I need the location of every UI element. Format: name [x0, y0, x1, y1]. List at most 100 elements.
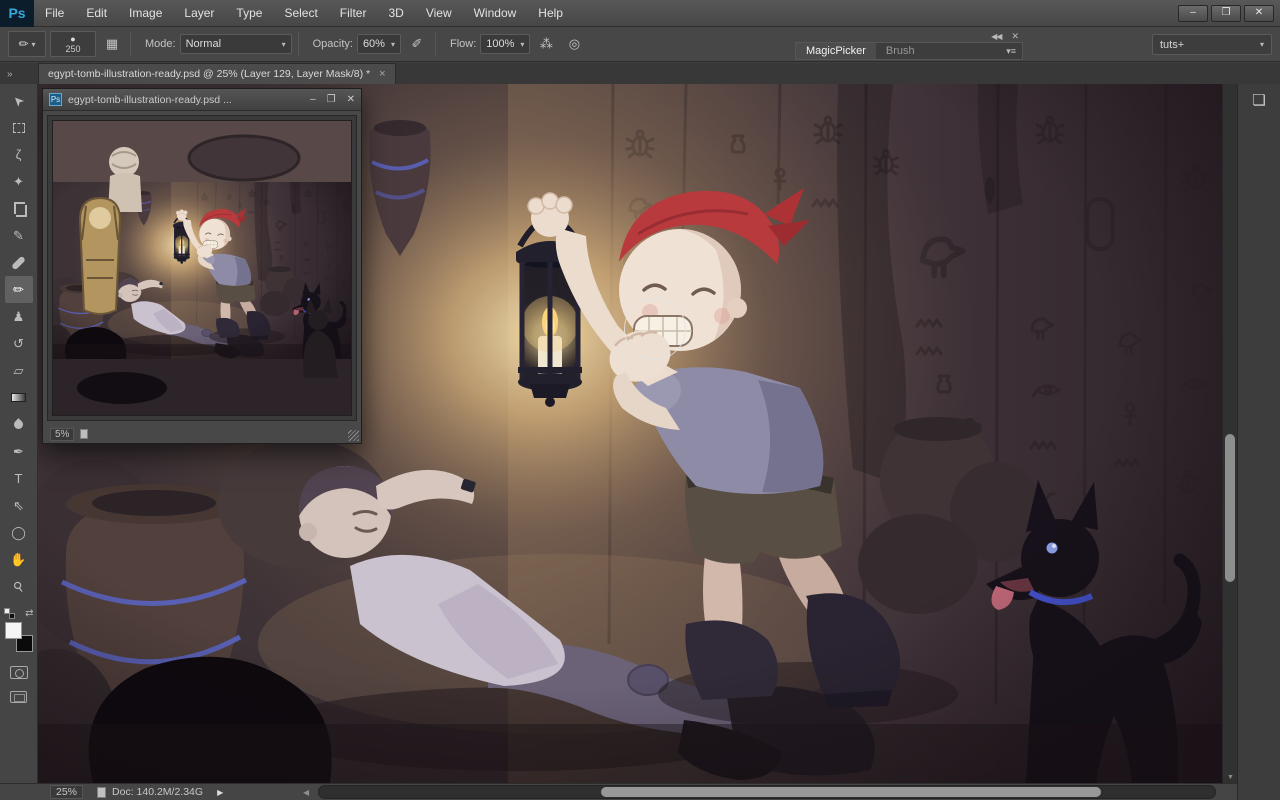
tab-brush[interactable]: Brush	[876, 43, 925, 59]
magicpicker-panel-group: ◀◀ ✕ MagicPicker Brush ▾≡	[795, 29, 1023, 60]
toggle-brush-panel-button[interactable]: ▦	[100, 33, 124, 55]
clone-stamp-tool[interactable]: ♟	[5, 303, 33, 330]
screen-mode-button[interactable]	[10, 691, 27, 703]
tools-panel: ➤ ζ ✦ ✎ ✏ ♟ ↺ ▱ ✒ T ⇖ ◯ ✋ ⚲ ⇄	[0, 84, 38, 783]
panel-menu-icon[interactable]: ▾≡	[1000, 46, 1022, 57]
floating-maximize-button[interactable]: ❐	[327, 94, 336, 105]
pressure-size-toggle[interactable]: ◎	[562, 33, 586, 55]
crop-tool[interactable]	[5, 195, 33, 222]
menu-image[interactable]: Image	[118, 0, 173, 27]
opacity-label: Opacity:	[312, 38, 353, 50]
quick-mask-mode-button[interactable]	[9, 666, 28, 679]
opacity-select[interactable]: 60% ▾	[356, 34, 401, 54]
airbrush-toggle[interactable]: ⁂	[534, 33, 558, 55]
menu-3d[interactable]: 3D	[377, 0, 414, 27]
collapsed-panel-icon[interactable]: ❏	[1247, 90, 1271, 112]
close-window-button[interactable]: ✕	[1244, 4, 1274, 22]
scroll-down-icon[interactable]: ▼	[1227, 774, 1234, 781]
panel-close-icon[interactable]: ✕	[1011, 31, 1019, 42]
floating-close-button[interactable]: ✕	[347, 94, 355, 105]
chevron-down-icon: ▾	[281, 39, 286, 49]
type-tool-icon: T	[14, 471, 23, 486]
resize-grip[interactable]	[348, 430, 359, 441]
window-controls: – ❐ ✕	[1178, 4, 1280, 22]
menu-file[interactable]: File	[34, 0, 75, 27]
foreground-color-swatch[interactable]	[4, 622, 22, 639]
divider	[130, 32, 131, 56]
menu-help[interactable]: Help	[527, 0, 574, 27]
brush-cursor	[624, 298, 686, 360]
document-tab[interactable]: egypt-tomb-illustration-ready.psd @ 25% …	[38, 63, 396, 84]
photoshop-logo: Ps	[0, 0, 34, 27]
zoom-tool[interactable]: ⚲	[5, 573, 33, 600]
collapse-toolbar-icon[interactable]: »	[0, 65, 38, 84]
menu-edit[interactable]: Edit	[75, 0, 118, 27]
pen-tool[interactable]: ✒	[5, 438, 33, 465]
healing-brush-tool-icon	[11, 255, 26, 270]
eyedropper-tool[interactable]: ✎	[5, 222, 33, 249]
eraser-tool[interactable]: ▱	[5, 357, 33, 384]
tab-magicpicker[interactable]: MagicPicker	[796, 43, 876, 59]
menu-layer[interactable]: Layer	[173, 0, 225, 27]
move-tool[interactable]: ➤	[5, 87, 33, 114]
menu-type[interactable]: Type	[225, 0, 273, 27]
floating-minimize-button[interactable]: –	[310, 94, 316, 105]
vertical-scrollbar-thumb[interactable]	[1225, 434, 1235, 582]
floating-window-titlebar[interactable]: Ps egypt-tomb-illustration-ready.psd ...…	[43, 89, 361, 111]
brush-tip-icon: ●	[70, 34, 76, 44]
hand-tool[interactable]: ✋	[5, 546, 33, 573]
menu-select[interactable]: Select	[273, 0, 328, 27]
document-tab-bar: » egypt-tomb-illustration-ready.psd @ 25…	[0, 63, 1280, 84]
panel-collapse-icon[interactable]: ◀◀	[991, 32, 1002, 41]
menu-filter[interactable]: Filter	[329, 0, 378, 27]
floating-window-canvas[interactable]	[47, 115, 357, 421]
spot-healing-brush-tool[interactable]	[5, 249, 33, 276]
menu-view[interactable]: View	[415, 0, 463, 27]
flow-label: Flow:	[449, 38, 477, 50]
scroll-left-icon[interactable]: ◀	[303, 788, 309, 797]
horizontal-scrollbar[interactable]	[318, 785, 1216, 799]
floating-document-window[interactable]: Ps egypt-tomb-illustration-ready.psd ...…	[42, 88, 362, 444]
vertical-scrollbar[interactable]: ▼	[1222, 84, 1237, 783]
status-flyout-icon[interactable]: ▶	[217, 788, 223, 797]
restore-window-button[interactable]: ❐	[1211, 4, 1241, 22]
doc-info-icon[interactable]	[80, 429, 89, 439]
default-colors-icon[interactable]	[3, 608, 15, 619]
flow-select[interactable]: 100% ▾	[480, 34, 531, 54]
blend-mode-value: Normal	[185, 38, 222, 50]
move-tool-icon: ➤	[8, 91, 28, 111]
brush-size-value: 250	[65, 44, 81, 54]
lasso-tool[interactable]: ζ	[5, 141, 33, 168]
menu-window[interactable]: Window	[463, 0, 528, 27]
workspace-switcher[interactable]: tuts+ ▾	[1152, 34, 1272, 55]
minimize-window-button[interactable]: –	[1178, 4, 1208, 22]
swap-colors-icon[interactable]: ⇄	[25, 608, 33, 619]
gradient-tool-icon	[11, 393, 26, 402]
floating-window-statusbar: 5%	[43, 425, 361, 443]
zoom-level-field[interactable]: 25%	[50, 785, 84, 799]
chevron-down-icon: ▾	[520, 39, 525, 49]
chevron-down-icon: ▾	[390, 39, 395, 49]
brush-preset-picker[interactable]: ● 250	[50, 31, 96, 57]
tool-preset-picker[interactable]: ✏ ▾	[8, 31, 46, 57]
ellipse-tool[interactable]: ◯	[5, 519, 33, 546]
divider	[434, 32, 436, 56]
eraser-tool-icon: ▱	[13, 362, 24, 378]
gradient-tool[interactable]	[5, 384, 33, 411]
blend-mode-select[interactable]: Normal ▾	[179, 34, 292, 54]
floating-zoom-field[interactable]: 5%	[50, 427, 75, 441]
pressure-opacity-toggle[interactable]: ✐	[405, 33, 429, 55]
ellipse-tool-icon: ◯	[11, 524, 26, 540]
clone-stamp-tool-icon: ♟	[12, 308, 25, 324]
type-tool[interactable]: T	[5, 465, 33, 492]
horizontal-scrollbar-thumb[interactable]	[601, 787, 1101, 797]
hand-tool-icon: ✋	[10, 551, 27, 567]
path-selection-tool[interactable]: ⇖	[5, 492, 33, 519]
brush-tool[interactable]: ✏	[4, 276, 33, 303]
rectangular-marquee-tool[interactable]	[5, 114, 33, 141]
quick-selection-tool[interactable]: ✦	[5, 168, 33, 195]
blur-tool[interactable]	[5, 411, 33, 438]
divider	[297, 32, 299, 56]
close-tab-icon[interactable]: ×	[379, 68, 385, 80]
history-brush-tool[interactable]: ↺	[5, 330, 33, 357]
